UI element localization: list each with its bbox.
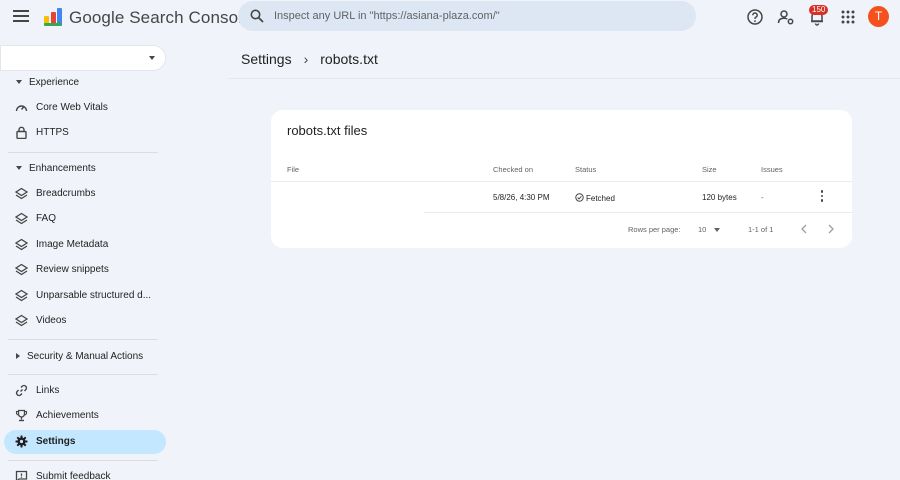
sidebar-item-https[interactable]: HTTPS (4, 121, 166, 145)
column-header-issues[interactable]: Issues (761, 165, 783, 174)
lock-icon (16, 126, 27, 139)
sidebar-item-label: Image Metadata (36, 239, 109, 250)
top-app-bar: Google Search Console 150 T (0, 0, 900, 34)
layers-icon (15, 263, 28, 276)
cell-size: 120 bytes (702, 193, 737, 202)
layers-icon (15, 187, 28, 200)
column-header-checked-on[interactable]: Checked on (493, 165, 533, 174)
divider (424, 212, 852, 213)
section-security-manual-actions[interactable]: Security & Manual Actions (16, 351, 143, 362)
sidebar-item-breadcrumbs[interactable]: Breadcrumbs (4, 182, 166, 206)
caret-down-icon (16, 80, 22, 85)
sidebar-item-label: Achievements (36, 410, 99, 421)
chevron-right-icon[interactable] (825, 222, 837, 236)
robots-txt-files-card: robots.txt files File Checked on Status … (271, 110, 852, 248)
divider (8, 374, 158, 375)
divider (8, 460, 158, 461)
sidebar-item-unparsable-structured-data[interactable]: Unparsable structured d... (4, 284, 166, 308)
divider (8, 152, 158, 153)
sidebar-item-label: FAQ (36, 213, 57, 224)
cell-issues: - (761, 193, 764, 202)
check-circle-icon (575, 193, 584, 202)
divider (8, 339, 158, 340)
search-console-logo[interactable] (42, 6, 64, 28)
sidebar-item-label: Submit feedback (36, 471, 111, 480)
link-icon (15, 384, 28, 397)
rows-per-page-select[interactable]: 10 (697, 222, 725, 236)
layers-icon (15, 212, 28, 225)
chevron-right-icon: › (303, 51, 309, 67)
sidebar-item-links[interactable]: Links (4, 379, 166, 403)
chevron-left-icon[interactable] (798, 222, 810, 236)
divider (271, 181, 852, 182)
manage-users-icon[interactable] (777, 8, 795, 26)
cell-status: Fetched (575, 193, 615, 203)
sidebar-item-label: HTTPS (36, 127, 69, 138)
layers-icon (15, 289, 28, 302)
sidebar-item-settings[interactable]: Settings (4, 430, 166, 454)
column-header-file[interactable]: File (287, 165, 299, 174)
more-vert-icon[interactable] (817, 190, 827, 204)
caret-right-icon (16, 353, 20, 360)
sidebar-item-label: Links (36, 385, 60, 396)
apps-icon[interactable] (839, 8, 857, 26)
rows-per-page-label: Rows per page: (628, 225, 681, 234)
sidebar-item-core-web-vitals[interactable]: Core Web Vitals (4, 96, 166, 120)
notification-count-badge: 150 (809, 5, 829, 15)
trophy-icon (15, 409, 28, 422)
section-enhancements[interactable]: Enhancements (16, 163, 96, 174)
column-header-size[interactable]: Size (702, 165, 717, 174)
chevron-down-icon (149, 56, 155, 60)
card-title: robots.txt files (287, 123, 368, 138)
status-text: Fetched (586, 194, 615, 203)
column-header-status[interactable]: Status (575, 165, 596, 174)
sidebar-item-achievements[interactable]: Achievements (4, 404, 166, 428)
sidebar-item-label: Core Web Vitals (36, 102, 108, 113)
layers-icon (15, 238, 28, 251)
sidebar-item-videos[interactable]: Videos (4, 309, 166, 333)
breadcrumb-parent[interactable]: Settings (241, 51, 292, 67)
sidebar-item-faq[interactable]: FAQ (4, 207, 166, 231)
feedback-icon (15, 470, 28, 480)
sidebar-item-submit-feedback[interactable]: Submit feedback (4, 465, 166, 480)
pagination-range: 1-1 of 1 (748, 225, 774, 234)
sidebar-item-image-metadata[interactable]: Image Metadata (4, 233, 166, 257)
caret-down-icon (16, 166, 22, 171)
app-title: Google Search Console (69, 8, 252, 27)
help-icon[interactable] (746, 8, 764, 26)
layers-icon (15, 314, 28, 327)
chevron-down-icon (714, 228, 720, 232)
section-experience[interactable]: Experience (16, 77, 79, 88)
sidebar-item-label: Review snippets (36, 264, 109, 275)
menu-icon[interactable] (13, 10, 29, 24)
sidebar-item-label: Videos (36, 315, 67, 326)
cell-checked-on: 5/8/26, 4:30 PM (493, 193, 550, 202)
account-avatar[interactable]: T (868, 6, 889, 27)
search-input[interactable] (274, 7, 674, 25)
sidebar-nav: Experience Core Web Vitals HTTPS Enhance… (0, 34, 172, 480)
speedometer-icon (15, 105, 28, 112)
divider (228, 78, 900, 79)
sidebar-item-label: Unparsable structured d... (36, 290, 152, 301)
search-icon[interactable] (250, 9, 264, 23)
breadcrumb-current: robots.txt (320, 51, 378, 67)
rows-per-page-value: 10 (698, 225, 707, 234)
gear-icon (15, 435, 28, 448)
sidebar-item-label: Settings (36, 436, 76, 447)
breadcrumb: Settings › robots.txt (241, 51, 378, 67)
sidebar-item-review-snippets[interactable]: Review snippets (4, 258, 166, 282)
url-inspection-search[interactable] (238, 1, 696, 31)
sidebar-item-label: Breadcrumbs (36, 188, 96, 199)
property-selector[interactable] (0, 45, 166, 71)
